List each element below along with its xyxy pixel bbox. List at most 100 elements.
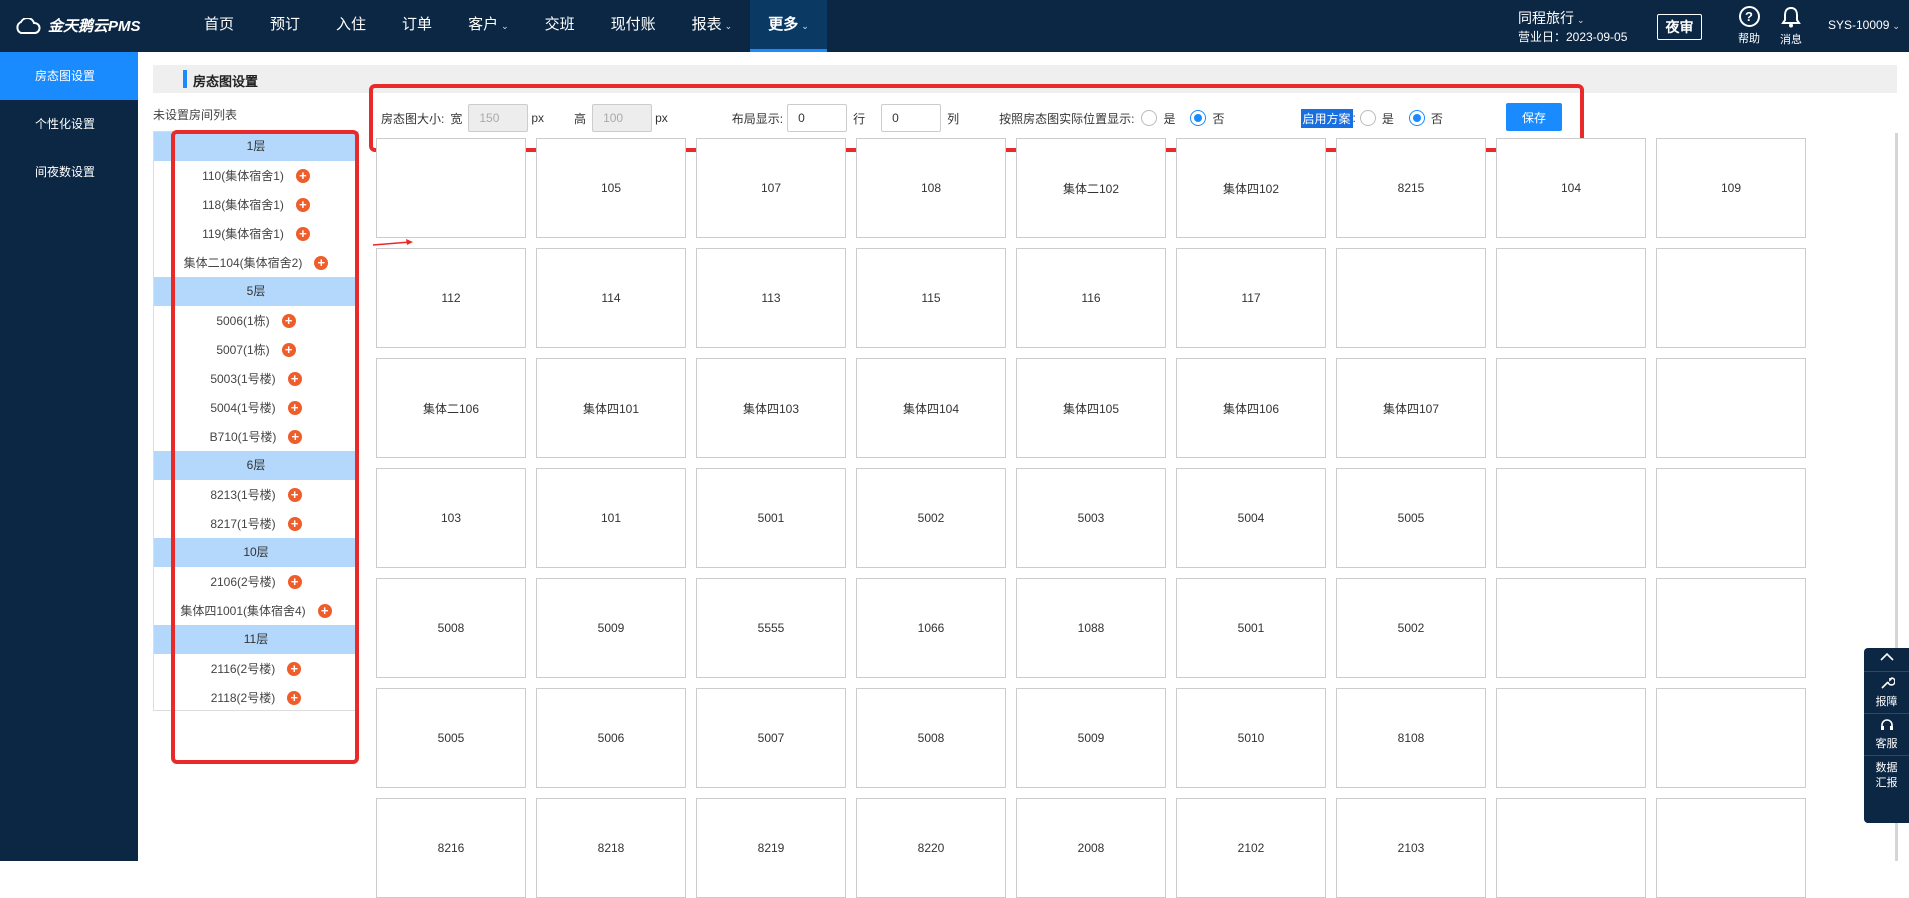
room-cell[interactable]: 集体二106 <box>376 358 526 458</box>
report-issue-button[interactable]: 报障 <box>1864 671 1909 713</box>
room-cell[interactable]: 1088 <box>1016 578 1166 678</box>
room-cell[interactable]: 114 <box>536 248 686 348</box>
room-cell[interactable]: 集体四102 <box>1176 138 1326 238</box>
room-cell[interactable]: 5005 <box>376 688 526 788</box>
help-button[interactable]: ? 帮助 <box>1733 6 1765 46</box>
room-cell[interactable]: 5009 <box>536 578 686 678</box>
room-cell[interactable] <box>1496 358 1646 458</box>
room-cell[interactable] <box>1496 798 1646 898</box>
width-input[interactable] <box>468 104 529 132</box>
room-cell[interactable] <box>1656 798 1806 898</box>
scroll-top-button[interactable] <box>1864 648 1909 671</box>
room-cell[interactable] <box>1656 248 1806 348</box>
data-report-button[interactable]: 数据汇报 <box>1864 755 1909 795</box>
nav-shift-label: 交班 <box>544 16 575 33</box>
enable-scheme-no-radio[interactable] <box>1408 110 1425 126</box>
room-cell[interactable] <box>1656 578 1806 678</box>
room-cell[interactable]: 8108 <box>1336 688 1486 788</box>
hotel-selector[interactable]: 同程旅行 ⌄ <box>1518 8 1585 28</box>
sidebar-item-room-nights[interactable]: 间夜数设置 <box>0 148 138 196</box>
room-cell[interactable]: 101 <box>536 468 686 568</box>
save-button[interactable]: 保存 <box>1506 103 1562 131</box>
cols-input[interactable] <box>881 104 942 132</box>
room-cell[interactable]: 1066 <box>856 578 1006 678</box>
room-cell[interactable]: 5001 <box>696 468 846 568</box>
width-label: 宽 <box>450 111 463 126</box>
room-cell[interactable]: 5005 <box>1336 468 1486 568</box>
nav-reports[interactable]: 报表 ⌄ <box>674 0 751 52</box>
height-input[interactable] <box>592 104 653 132</box>
nav-home[interactable]: 首页 <box>186 0 252 52</box>
customer-service-button[interactable]: 客服 <box>1864 713 1909 755</box>
nav-shift[interactable]: 交班 <box>527 0 593 52</box>
room-cell[interactable]: 115 <box>856 248 1006 348</box>
room-cell[interactable]: 8219 <box>696 798 846 898</box>
room-cell[interactable]: 5555 <box>696 578 846 678</box>
room-cell[interactable]: 113 <box>696 248 846 348</box>
room-cell[interactable]: 集体四107 <box>1336 358 1486 458</box>
room-cell[interactable]: 109 <box>1656 138 1806 238</box>
room-cell[interactable]: 104 <box>1496 138 1646 238</box>
room-cell[interactable] <box>1656 468 1806 568</box>
room-cell[interactable]: 集体四101 <box>536 358 686 458</box>
room-cell[interactable] <box>1656 688 1806 788</box>
room-cell[interactable] <box>376 138 526 238</box>
room-cell[interactable]: 2103 <box>1336 798 1486 898</box>
room-cell[interactable]: 5006 <box>536 688 686 788</box>
room-cell[interactable] <box>1656 358 1806 458</box>
room-cell[interactable]: 117 <box>1176 248 1326 348</box>
room-cell[interactable]: 5002 <box>856 468 1006 568</box>
room-cell[interactable]: 8218 <box>536 798 686 898</box>
room-cell[interactable]: 集体四106 <box>1176 358 1326 458</box>
room-cell[interactable] <box>1496 578 1646 678</box>
nav-booking[interactable]: 预订 <box>252 0 318 52</box>
room-cell[interactable]: 103 <box>376 468 526 568</box>
room-cell[interactable]: 2102 <box>1176 798 1326 898</box>
cloud-logo-icon <box>16 17 41 34</box>
room-cell[interactable]: 5009 <box>1016 688 1166 788</box>
room-cell[interactable]: 5008 <box>856 688 1006 788</box>
room-cell[interactable]: 116 <box>1016 248 1166 348</box>
room-cell[interactable]: 集体二102 <box>1016 138 1166 238</box>
room-cell[interactable]: 集体四104 <box>856 358 1006 458</box>
room-cell[interactable]: 5008 <box>376 578 526 678</box>
room-cell[interactable]: 8216 <box>376 798 526 898</box>
room-cell[interactable] <box>1336 248 1486 348</box>
height-label: 高 <box>574 111 587 126</box>
rows-input[interactable] <box>787 104 848 132</box>
nav-orders[interactable]: 订单 <box>384 0 450 52</box>
nav-more[interactable]: 更多 ⌄ <box>750 0 827 52</box>
room-cell[interactable]: 8215 <box>1336 138 1486 238</box>
room-cell[interactable] <box>1496 248 1646 348</box>
room-cell[interactable]: 5002 <box>1336 578 1486 678</box>
room-cell[interactable]: 集体四105 <box>1016 358 1166 458</box>
app-logo[interactable]: 金天鹅云PMS <box>14 15 141 36</box>
room-cell[interactable]: 5001 <box>1176 578 1326 678</box>
sidebar-item-room-map-settings[interactable]: 房态图设置 <box>0 52 138 100</box>
room-cell[interactable]: 5007 <box>696 688 846 788</box>
room-cell[interactable]: 5003 <box>1016 468 1166 568</box>
enable-scheme-label: 启用方案 <box>1300 108 1353 128</box>
actual-position-no-radio[interactable] <box>1190 110 1207 126</box>
room-cell[interactable]: 5010 <box>1176 688 1326 788</box>
messages-button[interactable]: 消息 <box>1775 6 1807 47</box>
nav-checkin[interactable]: 入住 <box>318 0 384 52</box>
actual-position-yes-radio[interactable] <box>1141 110 1158 126</box>
room-cell[interactable] <box>1496 688 1646 788</box>
unset-rooms-label: 未设置房间列表 <box>153 108 238 122</box>
room-cell[interactable]: 108 <box>856 138 1006 238</box>
room-cell[interactable]: 5004 <box>1176 468 1326 568</box>
nav-cash[interactable]: 现付账 <box>593 0 674 52</box>
user-menu[interactable]: SYS-10009 ⌄ <box>1828 18 1900 32</box>
room-cell[interactable]: 112 <box>376 248 526 348</box>
sidebar-item-personalization[interactable]: 个性化设置 <box>0 100 138 148</box>
room-cell[interactable]: 8220 <box>856 798 1006 898</box>
room-cell[interactable] <box>1496 468 1646 568</box>
room-cell[interactable]: 107 <box>696 138 846 238</box>
night-audit-button[interactable]: 夜审 <box>1657 14 1702 40</box>
nav-customers[interactable]: 客户 ⌄ <box>450 0 527 52</box>
room-cell[interactable]: 集体四103 <box>696 358 846 458</box>
enable-scheme-yes-radio[interactable] <box>1359 110 1376 126</box>
room-cell[interactable]: 105 <box>536 138 686 238</box>
room-cell[interactable]: 2008 <box>1016 798 1166 898</box>
